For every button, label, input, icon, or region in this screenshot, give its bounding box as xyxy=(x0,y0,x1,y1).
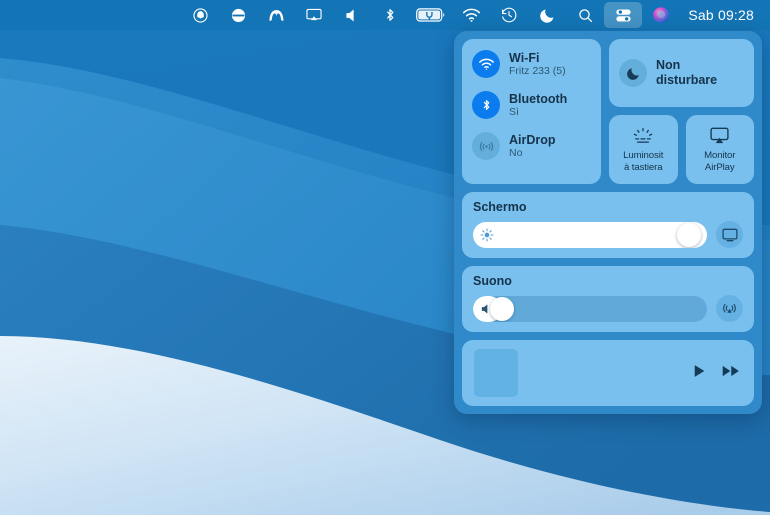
display-brightness-card: Schermo xyxy=(462,192,754,258)
airplay-display-label-line2: AirPlay xyxy=(704,161,735,173)
app-status-icon-malwarebytes[interactable] xyxy=(257,0,295,30)
fast-forward-button[interactable] xyxy=(721,363,741,384)
airplay-display-icon xyxy=(709,126,730,146)
airdrop-title: AirDrop xyxy=(509,132,556,147)
airplay-display-label: Monitor AirPlay xyxy=(704,150,735,173)
bluetooth-title: Bluetooth xyxy=(509,91,568,106)
moon-icon xyxy=(619,59,647,87)
keyboard-brightness-label: Luminosit à tastiera xyxy=(623,150,663,173)
airplay-display-label-line1: Monitor xyxy=(704,150,736,162)
airplay-display-status[interactable] xyxy=(295,0,333,30)
app-status-icon-circle-face[interactable] xyxy=(181,0,219,30)
display-brightness-title: Schermo xyxy=(473,200,527,214)
connectivity-card: Wi-Fi Fritz 233 (5) Bluetooth Sì AirDrop… xyxy=(462,39,601,184)
keyboard-brightness-tile[interactable]: Luminosit à tastiera xyxy=(609,115,678,184)
airdrop-value: No xyxy=(509,146,523,159)
sound-volume-knob[interactable] xyxy=(489,296,514,321)
control-center[interactable] xyxy=(604,2,643,28)
airdrop-toggle[interactable]: AirDrop No xyxy=(472,132,591,160)
display-brightness-knob[interactable] xyxy=(676,222,701,247)
do-not-disturb-status[interactable] xyxy=(528,0,566,30)
tile-row: Luminosit à tastiera Monitor AirPlay xyxy=(609,115,754,184)
play-button[interactable] xyxy=(691,363,707,384)
control-center-panel: Wi-Fi Fritz 233 (5) Bluetooth Sì AirDrop… xyxy=(454,31,762,414)
menu-bar-status-items: Sab 09:28 xyxy=(181,0,760,30)
display-brightness-slider[interactable] xyxy=(473,221,707,248)
wifi-icon xyxy=(472,50,500,78)
spotlight-search[interactable] xyxy=(566,0,604,30)
bluetooth-value: Sì xyxy=(509,105,519,118)
wifi-title: Wi-Fi xyxy=(509,50,540,65)
display-brightness-row xyxy=(473,221,743,248)
do-not-disturb-tile[interactable]: Non disturbare xyxy=(609,39,754,107)
media-controls xyxy=(691,363,741,384)
bluetooth-status[interactable] xyxy=(371,0,409,30)
control-center-right-column: Non disturbare Luminosit à tastiera Moni… xyxy=(609,39,754,184)
do-not-disturb-label: Non disturbare xyxy=(656,57,718,87)
airplay-audio-icon[interactable] xyxy=(716,295,743,322)
media-playback-card xyxy=(462,340,754,406)
keyboard-brightness-label-line2: à tastiera xyxy=(624,161,663,173)
display-icon[interactable] xyxy=(716,221,743,248)
speaker-icon xyxy=(480,302,493,315)
bluetooth-toggle[interactable]: Bluetooth Sì xyxy=(472,91,591,119)
menu-bar-clock[interactable]: Sab 09:28 xyxy=(680,7,760,23)
empty-album-art xyxy=(474,349,518,397)
keyboard-brightness-label-line1: Luminosit xyxy=(623,150,664,162)
wifi-toggle[interactable]: Wi-Fi Fritz 233 (5) xyxy=(472,50,591,78)
airdrop-text: AirDrop No xyxy=(509,133,556,160)
airplay-display-tile[interactable]: Monitor AirPlay xyxy=(685,115,754,184)
control-center-top-row: Wi-Fi Fritz 233 (5) Bluetooth Sì AirDrop… xyxy=(462,39,754,184)
airdrop-icon xyxy=(472,132,500,160)
sound-volume-slider[interactable] xyxy=(473,295,707,322)
keyboard-brightness-icon xyxy=(632,126,654,146)
brightness-sun-icon xyxy=(480,228,494,242)
wifi-text: Wi-Fi Fritz 233 (5) xyxy=(509,51,566,78)
battery-status[interactable] xyxy=(409,0,452,30)
siri[interactable] xyxy=(642,0,680,30)
wifi-status[interactable] xyxy=(452,0,490,30)
sound-volume-row xyxy=(473,295,743,322)
bluetooth-icon xyxy=(472,91,500,119)
volume-status[interactable] xyxy=(333,0,371,30)
sound-volume-card: Suono xyxy=(462,266,754,332)
sound-volume-title: Suono xyxy=(473,274,512,288)
bluetooth-text: Bluetooth Sì xyxy=(509,92,567,119)
app-status-icon-disc[interactable] xyxy=(219,0,257,30)
time-machine-status[interactable] xyxy=(490,0,528,30)
menu-bar: Sab 09:28 xyxy=(0,0,770,30)
wifi-value: Fritz 233 (5) xyxy=(509,64,566,77)
